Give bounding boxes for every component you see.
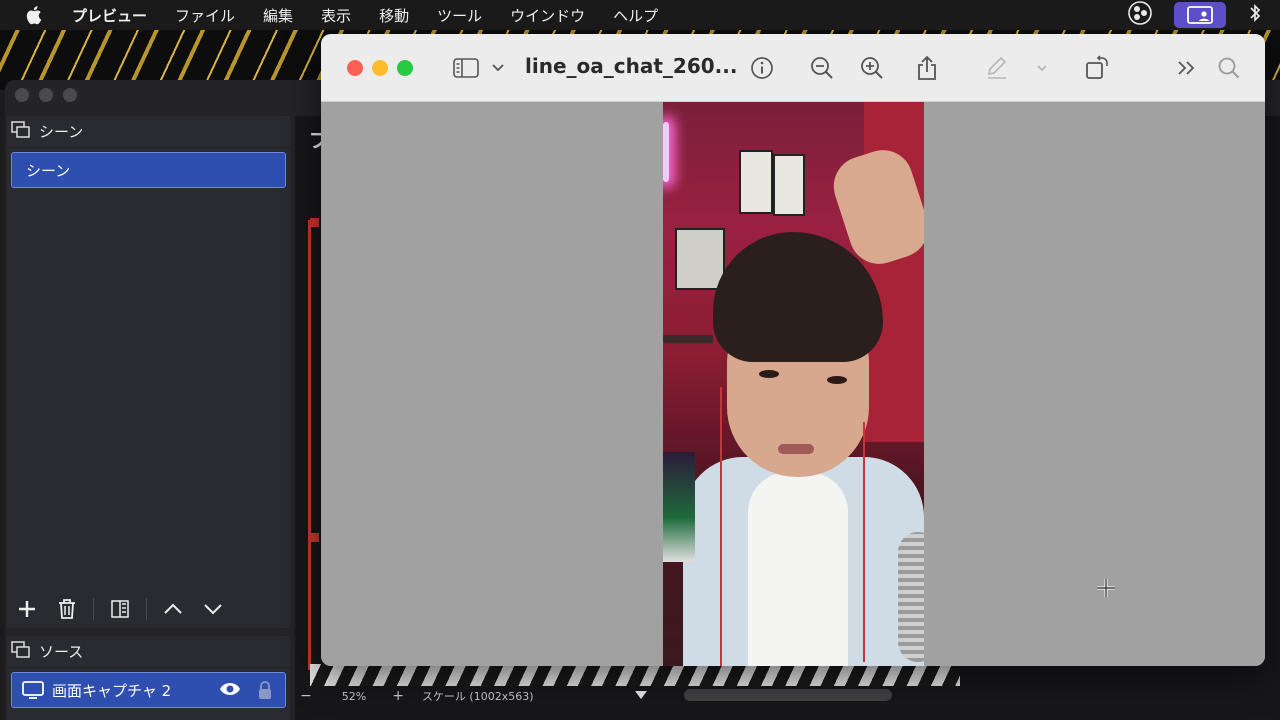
menu-edit[interactable]: 編集	[263, 5, 293, 26]
monitor-icon	[22, 681, 44, 699]
photo-eye	[827, 376, 847, 384]
move-scene-up-button[interactable]	[153, 589, 193, 629]
obs-close-button[interactable]	[15, 88, 29, 102]
move-scene-down-button[interactable]	[193, 589, 233, 629]
document-title[interactable]: line_oa_chat_260...	[525, 54, 737, 78]
menu-tools[interactable]: ツール	[437, 5, 482, 26]
zoom-out-button[interactable]: −	[300, 688, 312, 704]
scenes-header: シーン	[7, 116, 290, 148]
zoom-level: 52%	[341, 689, 367, 703]
photo-earphone-cable	[863, 422, 865, 662]
share-icon[interactable]	[913, 54, 941, 82]
more-tools-icon[interactable]	[1173, 54, 1201, 82]
sources-header: ソース	[7, 636, 290, 668]
chevron-down-icon[interactable]	[1031, 54, 1053, 82]
preview-horizontal-scrollbar[interactable]	[684, 689, 892, 701]
add-scene-button[interactable]	[7, 589, 47, 629]
photo-ring-light	[663, 122, 669, 182]
preview-document-area[interactable]	[321, 102, 1265, 666]
menu-window[interactable]: ウインドウ	[510, 5, 585, 26]
search-icon[interactable]	[1215, 54, 1243, 82]
obs-status-icon[interactable]	[1128, 1, 1152, 29]
displayed-photo	[663, 102, 924, 666]
menu-view[interactable]: 表示	[321, 5, 351, 26]
preview-window: line_oa_chat_260...	[321, 34, 1265, 666]
source-list-item[interactable]: 画面キャプチャ 2	[11, 672, 286, 708]
rotate-icon[interactable]	[1083, 54, 1111, 82]
source-item-label: 画面キャプチャ 2	[52, 681, 172, 700]
resize-handle[interactable]	[310, 218, 319, 227]
sources-dock: ソース 画面キャプチャ 2	[7, 636, 290, 720]
photo-earphone-cable	[720, 387, 722, 666]
photo-sticker	[663, 452, 695, 562]
bluetooth-icon[interactable]	[1248, 2, 1262, 28]
scene-list-item[interactable]: シーン	[11, 152, 286, 188]
source-bounding-box-edge	[308, 220, 311, 670]
obs-right-panel-edge	[1271, 200, 1280, 720]
scene-item-label: シーン	[26, 161, 71, 180]
dock-window-icon	[11, 120, 31, 143]
obs-window-controls	[15, 88, 77, 102]
markup-pen-icon[interactable]	[983, 54, 1011, 82]
toolbar-divider	[146, 598, 147, 620]
menubar-status-area	[1128, 0, 1262, 30]
photo-shelf	[663, 335, 713, 343]
photo-eye	[759, 370, 779, 378]
visibility-eye-icon[interactable]	[219, 681, 241, 701]
minimize-button[interactable]	[372, 60, 388, 76]
chevron-down-icon[interactable]	[487, 54, 509, 82]
window-controls	[347, 60, 413, 76]
photo-poster	[773, 154, 805, 216]
screen-share-icon[interactable]	[1174, 2, 1226, 28]
zoom-in-icon[interactable]	[858, 54, 886, 82]
canvas-overflow-stripes	[310, 664, 960, 686]
sidebar-toggle-button[interactable]	[453, 54, 481, 82]
menubar: プレビュー ファイル 編集 表示 移動 ツール ウインドウ ヘルプ	[0, 0, 1280, 30]
scene-filters-button[interactable]	[100, 589, 140, 629]
dock-window-icon	[11, 640, 31, 663]
scenes-toolbar	[7, 588, 290, 630]
zoom-in-button[interactable]: +	[392, 688, 404, 704]
sources-header-label: ソース	[39, 643, 84, 661]
apple-menu-icon[interactable]	[26, 5, 46, 25]
obs-zoom-button[interactable]	[63, 88, 77, 102]
menu-go[interactable]: 移動	[379, 5, 409, 26]
lock-icon[interactable]	[257, 680, 273, 704]
info-icon[interactable]	[748, 54, 776, 82]
chevron-down-icon[interactable]	[634, 690, 648, 703]
crosshair-cursor-icon	[1096, 578, 1116, 602]
scale-label: スケール (1002x563)	[421, 690, 534, 703]
preview-toolbar: line_oa_chat_260...	[321, 34, 1265, 102]
photo-mouth	[778, 444, 814, 454]
remove-scene-button[interactable]	[47, 589, 87, 629]
resize-handle[interactable]	[310, 533, 319, 542]
menu-file[interactable]: ファイル	[175, 5, 235, 26]
zoom-out-icon[interactable]	[808, 54, 836, 82]
photo-poster	[739, 150, 773, 214]
obs-minimize-button[interactable]	[39, 88, 53, 102]
scenes-header-label: シーン	[39, 123, 84, 141]
close-button[interactable]	[347, 60, 363, 76]
photo-poster	[675, 228, 725, 290]
menu-app-name[interactable]: プレビュー	[72, 5, 147, 26]
photo-tshirt	[748, 472, 848, 666]
photo-microphone	[898, 532, 924, 662]
zoom-button[interactable]	[397, 60, 413, 76]
menu-help[interactable]: ヘルプ	[613, 5, 658, 26]
scenes-dock: シーン シーン	[7, 116, 290, 628]
toolbar-divider	[93, 598, 94, 620]
